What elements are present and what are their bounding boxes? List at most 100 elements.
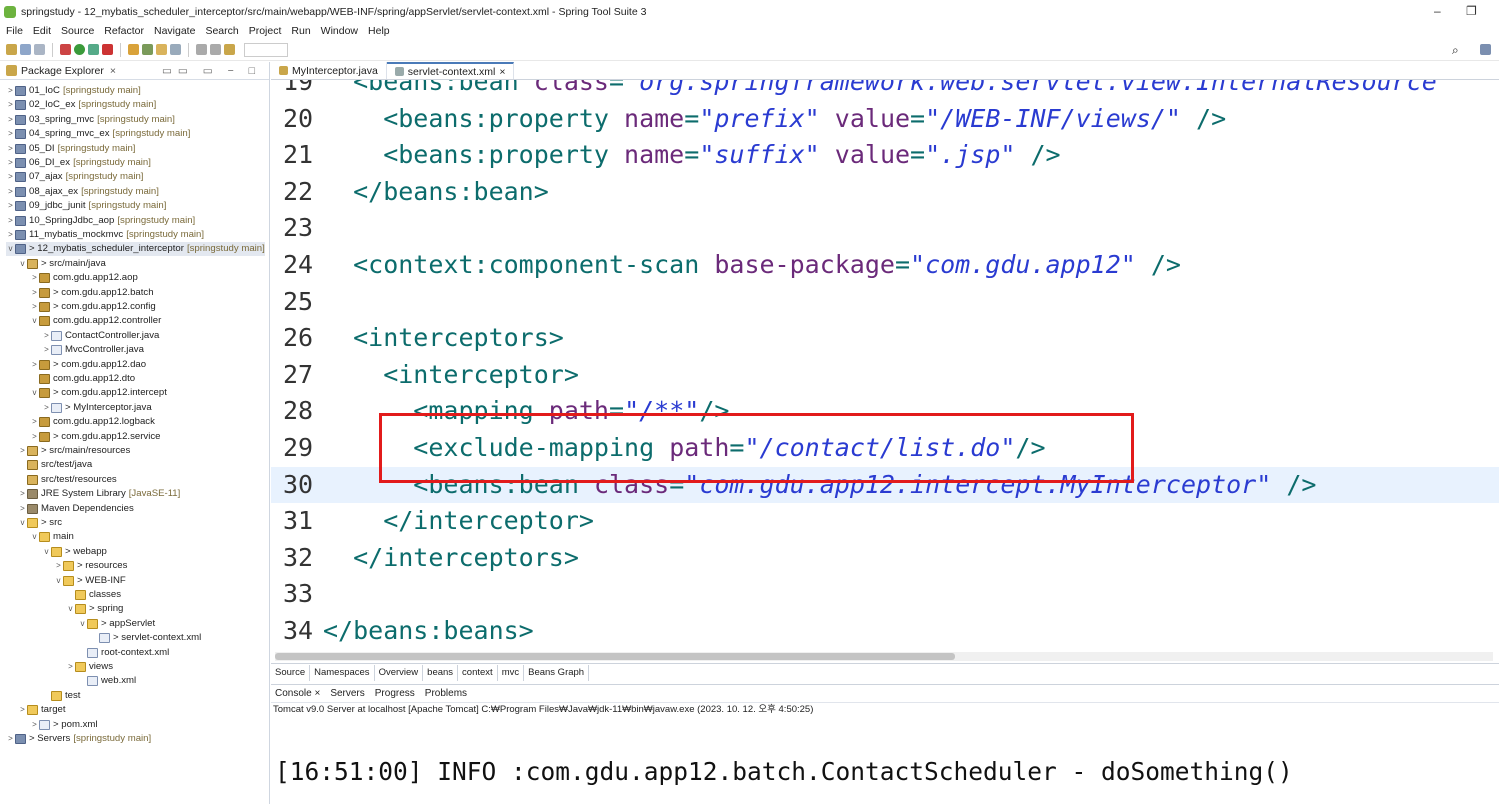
menu-window[interactable]: Window bbox=[321, 25, 358, 37]
expand-toggle-icon[interactable]: > bbox=[6, 228, 15, 242]
tree-item[interactable]: > > com.gdu.app12.batch bbox=[30, 286, 154, 300]
menu-search[interactable]: Search bbox=[205, 25, 238, 37]
tree-item[interactable]: >01_IoC [springstudy main] bbox=[6, 84, 141, 98]
tree-item[interactable]: v > src/main/java bbox=[18, 257, 106, 271]
expand-toggle-icon[interactable]: > bbox=[6, 113, 15, 127]
run-icon[interactable] bbox=[74, 44, 85, 55]
console-tab-console[interactable]: Console × bbox=[275, 688, 320, 699]
tree-item[interactable]: >03_spring_mvc [springstudy main] bbox=[6, 113, 175, 127]
tree-item[interactable]: > JRE System Library [JavaSE-11] bbox=[18, 487, 180, 501]
stop-icon[interactable] bbox=[102, 44, 113, 55]
expand-toggle-icon[interactable]: v bbox=[78, 617, 87, 631]
editor-page-tab-beans[interactable]: beans bbox=[423, 664, 459, 681]
menu-help[interactable]: Help bbox=[368, 25, 390, 37]
expand-toggle-icon[interactable]: > bbox=[42, 401, 51, 415]
close-tab-icon[interactable]: × bbox=[499, 66, 505, 78]
expand-toggle-icon[interactable]: v bbox=[30, 530, 39, 544]
view-menu-icon[interactable]: ▭▭ ▭ − □ bbox=[162, 65, 261, 77]
expand-toggle-icon[interactable]: > bbox=[30, 286, 39, 300]
expand-toggle-icon[interactable]: > bbox=[6, 199, 15, 213]
run-last-icon[interactable] bbox=[88, 44, 99, 55]
menu-file[interactable]: File bbox=[6, 25, 23, 37]
expand-toggle-icon[interactable]: v bbox=[30, 314, 39, 328]
tree-item[interactable]: > > com.gdu.app12.service bbox=[30, 430, 160, 444]
tree-item[interactable]: web.xml bbox=[78, 674, 136, 688]
expand-toggle-icon[interactable]: > bbox=[18, 444, 27, 458]
editor-page-tab-overview[interactable]: Overview bbox=[375, 664, 424, 681]
tree-item[interactable]: > > src/main/resources bbox=[18, 444, 130, 458]
tree-item[interactable]: > com.gdu.app12.logback bbox=[30, 415, 155, 429]
expand-toggle-icon[interactable]: > bbox=[6, 185, 15, 199]
navigate-forward-icon[interactable] bbox=[210, 44, 221, 55]
tree-item[interactable]: >09_jdbc_junit [springstudy main] bbox=[6, 199, 166, 213]
search-icon[interactable]: ⌕ bbox=[1452, 43, 1459, 58]
menu-refactor[interactable]: Refactor bbox=[104, 25, 144, 37]
save-icon[interactable] bbox=[20, 44, 31, 55]
horizontal-scrollbar[interactable] bbox=[275, 652, 1493, 661]
save-all-icon[interactable] bbox=[34, 44, 45, 55]
tree-item[interactable]: v > WEB-INF bbox=[54, 574, 126, 588]
tree-item[interactable]: >11_mybatis_mockmvc [springstudy main] bbox=[6, 228, 204, 242]
expand-toggle-icon[interactable]: > bbox=[30, 271, 39, 285]
expand-toggle-icon[interactable]: > bbox=[6, 84, 15, 98]
expand-toggle-icon[interactable]: > bbox=[42, 329, 51, 343]
menu-navigate[interactable]: Navigate bbox=[154, 25, 195, 37]
zoom-combo[interactable] bbox=[244, 42, 288, 57]
expand-toggle-icon[interactable]: > bbox=[6, 214, 15, 228]
tree-item[interactable]: v > appServlet bbox=[78, 617, 155, 631]
tree-item[interactable]: > > Servers [springstudy main] bbox=[6, 732, 151, 746]
perspective-icon[interactable] bbox=[1480, 44, 1491, 55]
expand-toggle-icon[interactable]: > bbox=[6, 732, 15, 746]
expand-toggle-icon[interactable]: v bbox=[18, 516, 27, 530]
tab-myinterceptor[interactable]: MyInterceptor.java bbox=[271, 62, 387, 79]
tree-item[interactable]: > > com.gdu.app12.dao bbox=[30, 358, 146, 372]
editor-page-tab-context[interactable]: context bbox=[458, 664, 498, 681]
expand-toggle-icon[interactable]: v bbox=[66, 602, 75, 616]
tree-item[interactable]: v > webapp bbox=[42, 545, 107, 559]
expand-toggle-icon[interactable]: > bbox=[18, 703, 27, 717]
console-tab-progress[interactable]: Progress bbox=[375, 688, 415, 699]
expand-toggle-icon[interactable]: > bbox=[66, 660, 75, 674]
tree-item[interactable]: v > spring bbox=[66, 602, 123, 616]
tree-item[interactable]: src/test/resources bbox=[18, 473, 117, 487]
expand-toggle-icon[interactable]: > bbox=[30, 300, 39, 314]
tree-item[interactable]: > MvcController.java bbox=[42, 343, 144, 357]
open-type-icon[interactable] bbox=[156, 44, 167, 55]
menu-edit[interactable]: Edit bbox=[33, 25, 51, 37]
minimize-button[interactable]: – bbox=[1434, 4, 1441, 18]
expand-toggle-icon[interactable]: > bbox=[18, 502, 27, 516]
expand-toggle-icon[interactable]: > bbox=[6, 98, 15, 112]
tree-item[interactable]: >06_DI_ex [springstudy main] bbox=[6, 156, 151, 170]
new-package-icon[interactable] bbox=[128, 44, 139, 55]
expand-toggle-icon[interactable]: > bbox=[18, 487, 27, 501]
tree-item[interactable]: > > MyInterceptor.java bbox=[42, 401, 152, 415]
tree-item[interactable]: classes bbox=[66, 588, 121, 602]
tree-item[interactable]: > Maven Dependencies bbox=[18, 502, 134, 516]
menu-run[interactable]: Run bbox=[291, 25, 310, 37]
expand-toggle-icon[interactable]: v bbox=[18, 257, 27, 271]
editor-page-tab-source[interactable]: Source bbox=[271, 664, 311, 681]
expand-toggle-icon[interactable]: v bbox=[42, 545, 51, 559]
tree-item[interactable]: > views bbox=[66, 660, 113, 674]
tree-item[interactable]: >07_ajax [springstudy main] bbox=[6, 170, 143, 184]
tree-item[interactable]: v > 12_mybatis_scheduler_interceptor [spri… bbox=[6, 242, 265, 257]
tree-item[interactable]: >04_spring_mvc_ex [springstudy main] bbox=[6, 127, 190, 141]
menu-source[interactable]: Source bbox=[61, 25, 94, 37]
code-area[interactable]: 19 <beans:bean class="org.springframewor… bbox=[271, 80, 1499, 662]
tree-item[interactable]: v > com.gdu.app12.intercept bbox=[30, 386, 167, 400]
scroll-thumb[interactable] bbox=[275, 653, 955, 660]
tree-item[interactable]: > target bbox=[18, 703, 66, 717]
debug-icon[interactable] bbox=[60, 44, 71, 55]
expand-toggle-icon[interactable]: > bbox=[30, 415, 39, 429]
restore-button[interactable]: ❐ bbox=[1466, 4, 1477, 18]
expand-toggle-icon[interactable]: > bbox=[54, 559, 63, 573]
editor-page-tab-namespaces[interactable]: Namespaces bbox=[310, 664, 375, 681]
expand-toggle-icon[interactable]: > bbox=[6, 142, 15, 156]
tree-item[interactable]: v > src bbox=[18, 516, 62, 530]
expand-toggle-icon[interactable]: > bbox=[42, 343, 51, 357]
tree-item[interactable]: > com.gdu.app12.aop bbox=[30, 271, 138, 285]
expand-toggle-icon[interactable]: v bbox=[54, 574, 63, 588]
expand-toggle-icon[interactable]: > bbox=[30, 430, 39, 444]
expand-toggle-icon[interactable]: > bbox=[6, 127, 15, 141]
expand-toggle-icon[interactable]: > bbox=[30, 358, 39, 372]
